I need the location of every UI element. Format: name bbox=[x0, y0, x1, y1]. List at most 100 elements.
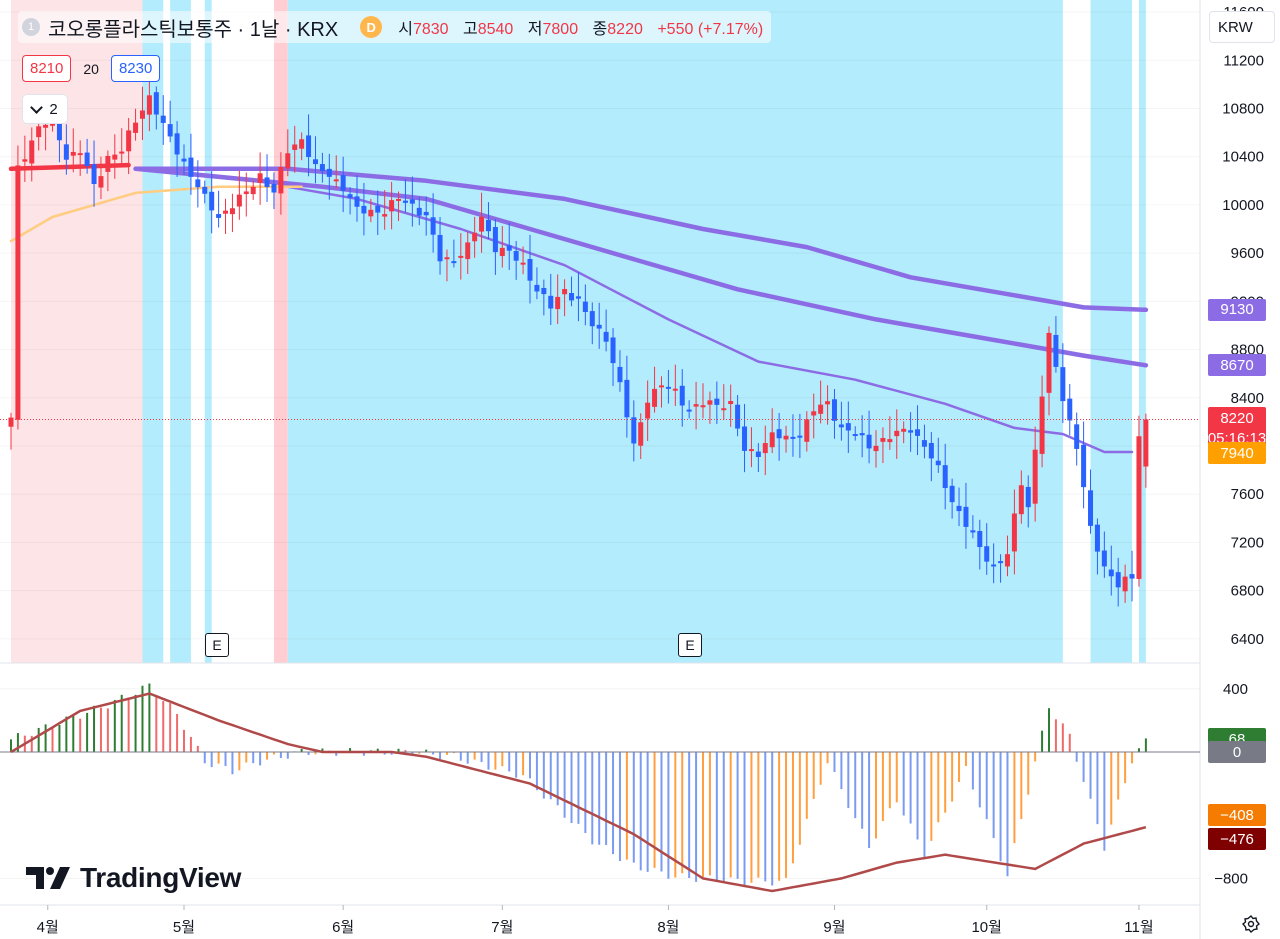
background-band bbox=[170, 0, 191, 663]
candle-body bbox=[1060, 367, 1066, 402]
candle-body bbox=[915, 429, 921, 436]
candle-body bbox=[735, 404, 741, 429]
symbol-title[interactable]: 코오롱플라스틱보통주 · 1날 · KRX bbox=[48, 13, 338, 42]
chevron-down-icon bbox=[30, 100, 44, 114]
candle-body bbox=[707, 400, 713, 405]
candle-body bbox=[991, 564, 997, 567]
candle-body bbox=[188, 157, 194, 177]
candle-body bbox=[769, 432, 775, 448]
candle-body bbox=[901, 428, 907, 432]
ma-price-label: 8670 bbox=[1208, 354, 1266, 377]
macd-tick-label: −800 bbox=[1214, 870, 1248, 887]
candle-body bbox=[8, 417, 14, 427]
sell-price-button[interactable]: 8210 bbox=[22, 55, 72, 82]
buy-price-button[interactable]: 8230 bbox=[110, 55, 161, 82]
candle-body bbox=[133, 122, 139, 133]
candle-body bbox=[534, 284, 540, 292]
chart-header: 1 코오롱플라스틱보통주 · 1날 · KRX D 시7830 고8540 저7… bbox=[18, 11, 772, 43]
time-tick-label: 10월 bbox=[971, 919, 1002, 936]
candle-body bbox=[402, 200, 408, 203]
price-tick-label: 7600 bbox=[1231, 486, 1264, 503]
time-tick-label: 7월 bbox=[491, 919, 513, 936]
earnings-marker[interactable]: E bbox=[678, 633, 702, 657]
candle-body bbox=[825, 401, 831, 405]
tradingview-logo-icon bbox=[26, 867, 70, 889]
candle-body bbox=[596, 324, 602, 329]
currency-button[interactable]: KRW bbox=[1209, 11, 1275, 43]
candle-body bbox=[1067, 398, 1073, 421]
candle-body bbox=[569, 293, 575, 301]
candle-body bbox=[804, 419, 810, 442]
price-tick-label: 11200 bbox=[1223, 52, 1264, 69]
candle-body bbox=[998, 561, 1004, 564]
last-price-value: 8220 bbox=[1220, 410, 1254, 428]
candle-body bbox=[541, 287, 547, 295]
candle-body bbox=[63, 144, 69, 160]
candle-body bbox=[285, 153, 291, 169]
candle-body bbox=[631, 417, 637, 444]
candle-body bbox=[859, 433, 865, 436]
candle-body bbox=[797, 435, 803, 438]
candle-body bbox=[264, 177, 270, 187]
spread-value: 20 bbox=[83, 60, 99, 77]
candle-body bbox=[22, 159, 28, 162]
candle-body bbox=[43, 124, 49, 128]
candle-body bbox=[645, 402, 651, 419]
order-panel: 8210 20 8230 bbox=[22, 55, 161, 82]
ohlc-low-label: 저 bbox=[527, 21, 543, 38]
candle-body bbox=[1074, 424, 1080, 449]
candle-body bbox=[347, 194, 353, 198]
ohlc-open-label: 시 bbox=[398, 21, 413, 38]
candle-body bbox=[216, 214, 222, 218]
ohlc-change-value: +550 (+7.17%) bbox=[657, 21, 764, 38]
candle-body bbox=[146, 95, 152, 115]
candle-body bbox=[139, 110, 145, 119]
earnings-marker[interactable]: E bbox=[205, 633, 229, 657]
candle-body bbox=[1094, 524, 1100, 552]
candle-body bbox=[520, 262, 526, 265]
candle-body bbox=[492, 227, 498, 253]
candle-body bbox=[873, 445, 879, 452]
candle-body bbox=[15, 165, 21, 420]
candle-body bbox=[638, 422, 644, 446]
price-tick-label: 10000 bbox=[1222, 197, 1264, 214]
candle-body bbox=[229, 208, 235, 215]
candle-body bbox=[575, 296, 581, 299]
chart-canvas[interactable]: 6400680072007600800084008800920096001000… bbox=[0, 0, 1280, 939]
candle-body bbox=[721, 408, 727, 411]
ohlc-high-value: 8540 bbox=[477, 21, 514, 38]
time-tick-label: 6월 bbox=[332, 919, 354, 936]
ohlc-high-label: 고 bbox=[462, 21, 478, 38]
candle-body bbox=[506, 245, 512, 251]
price-tick-label: 9600 bbox=[1231, 245, 1264, 262]
candle-body bbox=[243, 191, 249, 195]
ohlc-open-value: 7830 bbox=[412, 21, 449, 38]
candle-body bbox=[658, 385, 664, 388]
candle-body bbox=[278, 166, 284, 194]
candle-body bbox=[1115, 572, 1121, 588]
ohlc-close-value: 8220 bbox=[607, 21, 643, 38]
candle-body bbox=[195, 179, 201, 188]
candle-body bbox=[1129, 574, 1135, 579]
candle-body bbox=[160, 115, 166, 123]
macd-histogram bbox=[0, 683, 1200, 886]
candle-body bbox=[610, 337, 616, 364]
ohlc-low-value: 7800 bbox=[542, 21, 579, 38]
settings-gear-icon[interactable] bbox=[1242, 915, 1260, 933]
candle-body bbox=[790, 436, 796, 439]
candle-body bbox=[1011, 513, 1017, 552]
candle-body bbox=[437, 234, 443, 262]
candle-body bbox=[513, 251, 519, 261]
background-band bbox=[204, 0, 212, 663]
candle-body bbox=[603, 331, 609, 342]
candle-body bbox=[617, 366, 623, 383]
candle-body bbox=[361, 205, 367, 214]
tradingview-logo[interactable]: TradingView bbox=[26, 862, 241, 894]
candle-body bbox=[921, 440, 927, 447]
candle-body bbox=[866, 434, 872, 449]
candle-body bbox=[306, 135, 312, 158]
candle-body bbox=[70, 151, 76, 156]
indicator-collapse-button[interactable]: 2 bbox=[23, 95, 67, 123]
candle-body bbox=[714, 398, 720, 405]
candle-body bbox=[375, 205, 381, 213]
